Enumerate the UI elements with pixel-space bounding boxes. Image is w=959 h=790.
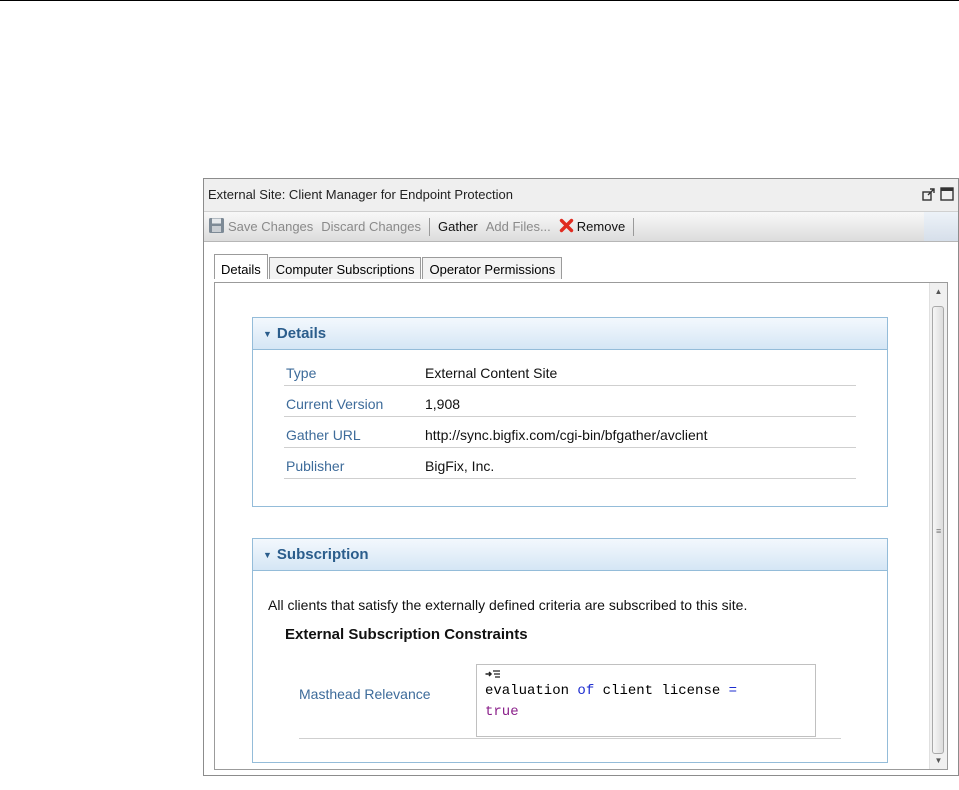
toolbar: Save Changes Discard Changes Gather Add … (204, 212, 924, 242)
detail-key: Current Version (286, 396, 384, 412)
code-token: client license (602, 683, 721, 699)
collapse-arrow-icon: ▼ (263, 549, 272, 560)
gather-label: Gather (438, 219, 478, 234)
add-files-button[interactable]: Add Files... (482, 212, 555, 241)
details-section-title: Details (276, 325, 327, 342)
details-section-header[interactable]: ▼ Details (253, 318, 887, 350)
code-operator: = (728, 683, 738, 699)
scrollbar-thumb[interactable]: ≡ (932, 306, 944, 754)
toolbar-separator (633, 217, 635, 236)
detail-value: 1,908 (425, 396, 461, 412)
code-token: evaluation (485, 683, 570, 699)
pop-out-icon[interactable] (922, 187, 936, 201)
subscription-section: ▼ Subscription All clients that satisfy … (252, 538, 888, 763)
tab-operator-permissions[interactable]: Operator Permissions (422, 257, 563, 279)
scroll-up-arrow-icon[interactable]: ▲ (930, 283, 947, 300)
save-changes-label: Save Changes (228, 219, 314, 234)
window-title: External Site: Client Manager for Endpoi… (208, 187, 513, 202)
tab-details[interactable]: Details (214, 254, 268, 279)
remove-button[interactable]: Remove (555, 212, 629, 241)
toolbar-separator (429, 217, 430, 236)
scroll-down-arrow-icon[interactable]: ▼ (930, 752, 947, 769)
detail-row-current-version: Current Version 1,908 (284, 386, 856, 417)
detail-value: BigFix, Inc. (425, 458, 495, 474)
vertical-scrollbar[interactable]: ▲ ≡ ▼ (929, 283, 947, 769)
detail-value: External Content Site (425, 365, 558, 381)
discard-changes-button[interactable]: Discard Changes (317, 212, 425, 241)
detail-key: Publisher (286, 458, 345, 474)
tab-computer-subscriptions[interactable]: Computer Subscriptions (268, 257, 422, 279)
code-keyword: of (577, 683, 595, 699)
discard-changes-label: Discard Changes (321, 219, 421, 234)
window-titlebar: External Site: Client Manager for Endpoi… (204, 179, 958, 212)
save-changes-button[interactable]: Save Changes (204, 212, 317, 241)
details-section: ▼ Details Type External Content Site Cur… (252, 317, 888, 507)
code-line-value: true (485, 704, 519, 720)
detail-value: http://sync.bigfix.com/cgi-bin/bfgather/… (425, 427, 708, 443)
detail-key: Gather URL (286, 427, 361, 443)
top-divider (0, 0, 959, 1)
word-wrap-icon[interactable] (485, 669, 815, 681)
grip-icon: ≡ (936, 526, 942, 536)
constraints-heading: External Subscription Constraints (285, 626, 528, 643)
subscription-description: All clients that satisfy the externally … (268, 597, 748, 613)
masthead-relevance-label: Masthead Relevance (299, 686, 431, 702)
subscription-section-title: Subscription (276, 546, 369, 563)
subscription-section-header[interactable]: ▼ Subscription (253, 539, 887, 571)
floppy-disk-icon (208, 217, 225, 237)
gather-button[interactable]: Gather (434, 212, 482, 241)
red-x-icon (559, 218, 574, 236)
detail-row-publisher: Publisher BigFix, Inc. (284, 448, 856, 479)
tab-strip: Details Computer Subscriptions Operator … (214, 254, 563, 281)
detail-row-type: Type External Content Site (284, 355, 856, 386)
maximize-icon[interactable] (940, 187, 954, 201)
remove-label: Remove (576, 219, 626, 234)
detail-row-gather-url: Gather URL http://sync.bigfix.com/cgi-bi… (284, 417, 856, 448)
code-line: evaluation of client license = (485, 681, 815, 702)
collapse-arrow-icon: ▼ (263, 328, 272, 339)
tab-content-panel: ▼ Details Type External Content Site Cur… (214, 282, 948, 770)
relevance-code-box[interactable]: evaluation of client license = true (476, 664, 816, 737)
site-window: External Site: Client Manager for Endpoi… (203, 178, 959, 776)
row-divider (299, 738, 841, 739)
add-files-label: Add Files... (485, 219, 551, 234)
detail-key: Type (286, 365, 317, 381)
